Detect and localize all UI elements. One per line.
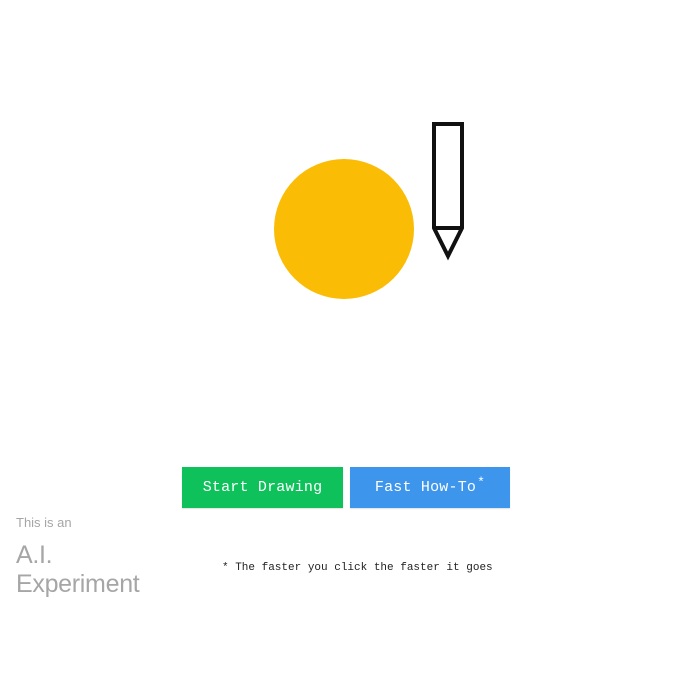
- pencil-icon: [432, 122, 464, 261]
- ai-experiment-badge[interactable]: This is an A.I. Experiment: [16, 515, 140, 599]
- asterisk-mark: *: [477, 475, 486, 490]
- speed-note: * The faster you click the faster it goe…: [222, 562, 493, 574]
- badge-experiment-text: Experiment: [16, 570, 140, 598]
- page: Start Drawing Fast How-To * * The faster …: [0, 0, 700, 700]
- fast-how-to-label: Fast How-To: [374, 479, 477, 496]
- start-drawing-button[interactable]: Start Drawing: [182, 467, 343, 508]
- fast-how-to-button[interactable]: Fast How-To *: [350, 467, 510, 508]
- yellow-circle-illustration: [274, 159, 414, 299]
- start-drawing-label: Start Drawing: [202, 479, 323, 496]
- badge-ai-text: A.I.: [16, 541, 53, 569]
- badge-intro-text: This is an: [16, 515, 72, 530]
